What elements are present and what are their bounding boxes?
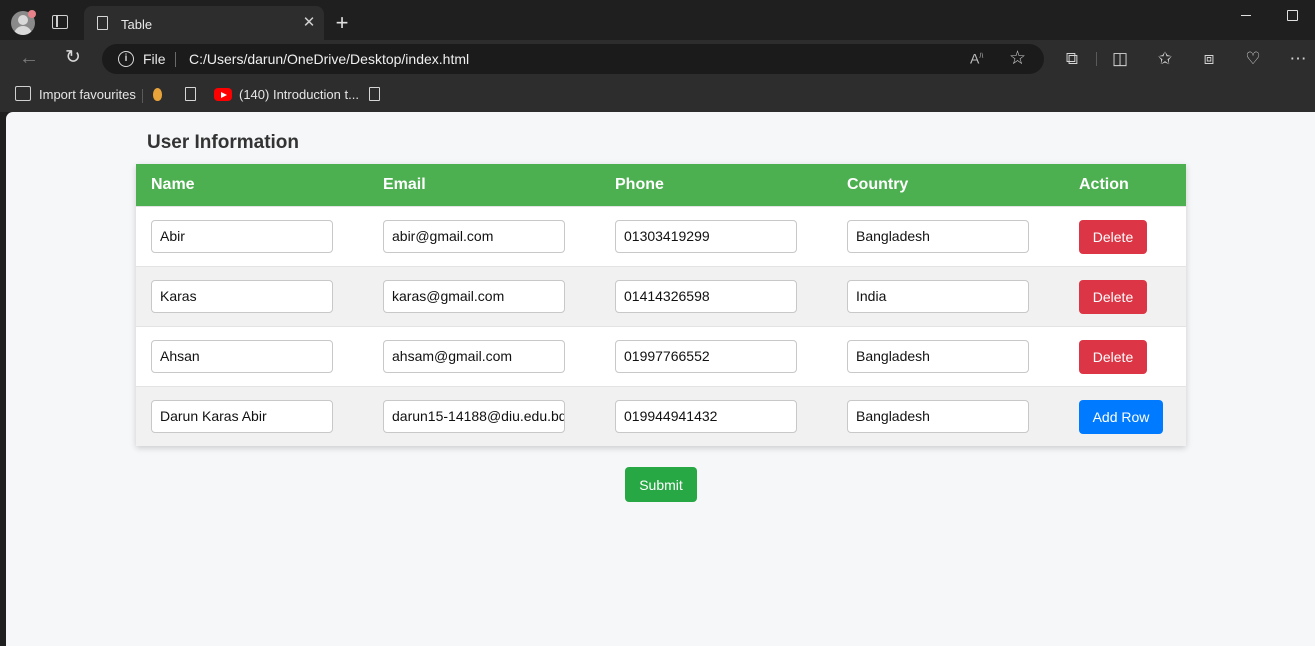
flame-icon[interactable]: [153, 88, 162, 101]
table-row: Ahsan ahsam@gmail.com 01997766552 Bangla…: [136, 326, 1186, 386]
collections-icon[interactable]: ⧈: [1198, 49, 1220, 69]
country-input[interactable]: Bangladesh: [847, 340, 1029, 373]
page-viewport: User Information Name Email Phone Countr…: [6, 112, 1315, 646]
column-header-name: Name: [151, 176, 195, 193]
favorite-star-icon[interactable]: ☆: [1009, 47, 1026, 70]
country-input[interactable]: Bangladesh: [847, 220, 1029, 253]
delete-button[interactable]: Delete: [1079, 340, 1147, 374]
browser-toolbar: ← ↻ i File C:/Users/darun/OneDrive/Deskt…: [0, 40, 1315, 78]
favorites-icon[interactable]: ✩: [1154, 49, 1176, 69]
email-input[interactable]: karas@gmail.com: [383, 280, 565, 313]
table-row: Abir abir@gmail.com 01303419299 Banglade…: [136, 206, 1186, 266]
page-title: User Information: [147, 132, 300, 153]
add-row-button[interactable]: Add Row: [1079, 400, 1163, 434]
page-icon[interactable]: [185, 87, 196, 101]
new-tab-button[interactable]: +: [332, 9, 352, 37]
tab-close-icon[interactable]: ✕: [300, 13, 318, 31]
name-input[interactable]: Karas: [151, 280, 333, 313]
country-input[interactable]: India: [847, 280, 1029, 313]
delete-button[interactable]: Delete: [1079, 280, 1147, 314]
submit-button[interactable]: Submit: [625, 467, 697, 502]
page-icon[interactable]: [369, 87, 380, 101]
phone-input[interactable]: 01997766552: [615, 340, 797, 373]
youtube-favourite-link[interactable]: (140) Introduction t...: [239, 87, 359, 102]
address-scheme-label: File: [143, 51, 166, 67]
url-text[interactable]: C:/Users/darun/OneDrive/Desktop/index.ht…: [189, 51, 469, 67]
table-row: Darun Karas Abir darun15-14188@diu.edu.b…: [136, 386, 1186, 446]
info-icon[interactable]: i: [118, 51, 134, 67]
column-header-phone: Phone: [615, 176, 664, 193]
import-favourites-icon[interactable]: [15, 86, 31, 101]
import-favourites-link[interactable]: Import favourites: [39, 87, 136, 102]
tab-active[interactable]: Table ✕: [84, 6, 324, 40]
title-bar: Table ✕ +: [0, 0, 1315, 40]
address-bar[interactable]: i File C:/Users/darun/OneDrive/Desktop/i…: [102, 44, 1044, 74]
column-header-email: Email: [383, 176, 426, 193]
phone-input[interactable]: 019944941432: [615, 400, 797, 433]
name-input[interactable]: Abir: [151, 220, 333, 253]
name-input[interactable]: Darun Karas Abir: [151, 400, 333, 433]
favourites-bar: Import favourites (140) Introduction t..…: [0, 78, 1315, 112]
document-icon: [97, 16, 108, 30]
table-row: Karas karas@gmail.com 01414326598 India …: [136, 266, 1186, 326]
back-arrow-icon[interactable]: ←: [18, 47, 40, 70]
youtube-icon[interactable]: [214, 88, 232, 101]
email-input[interactable]: ahsam@gmail.com: [383, 340, 565, 373]
address-divider: [175, 52, 176, 67]
refresh-icon[interactable]: ↻: [62, 46, 84, 69]
phone-input[interactable]: 01414326598: [615, 280, 797, 313]
delete-button[interactable]: Delete: [1079, 220, 1147, 254]
toolbar-divider: [1096, 52, 1097, 66]
split-screen-icon[interactable]: ◫: [1109, 49, 1131, 69]
user-table: Name Email Phone Country Action Abir abi…: [136, 164, 1186, 446]
more-menu-icon[interactable]: ⋯: [1287, 49, 1309, 69]
extensions-icon[interactable]: ⧉: [1061, 49, 1083, 69]
browser-essentials-icon[interactable]: ♡: [1242, 49, 1264, 69]
tab-actions-icon[interactable]: [52, 15, 68, 29]
name-input[interactable]: Ahsan: [151, 340, 333, 373]
phone-input[interactable]: 01303419299: [615, 220, 797, 253]
read-aloud-icon[interactable]: Aﾊ: [970, 50, 983, 67]
email-input[interactable]: darun15-14188@diu.edu.bd: [383, 400, 565, 433]
column-header-action: Action: [1079, 176, 1129, 193]
profile-notification-dot: [28, 10, 36, 18]
column-header-country: Country: [847, 176, 909, 193]
minimize-button[interactable]: [1231, 6, 1261, 26]
favourites-divider: [142, 89, 143, 103]
country-input[interactable]: Bangladesh: [847, 400, 1029, 433]
table-header: Name Email Phone Country Action: [136, 164, 1186, 206]
email-input[interactable]: abir@gmail.com: [383, 220, 565, 253]
maximize-button[interactable]: [1277, 6, 1307, 26]
tab-title: Table: [121, 17, 153, 32]
